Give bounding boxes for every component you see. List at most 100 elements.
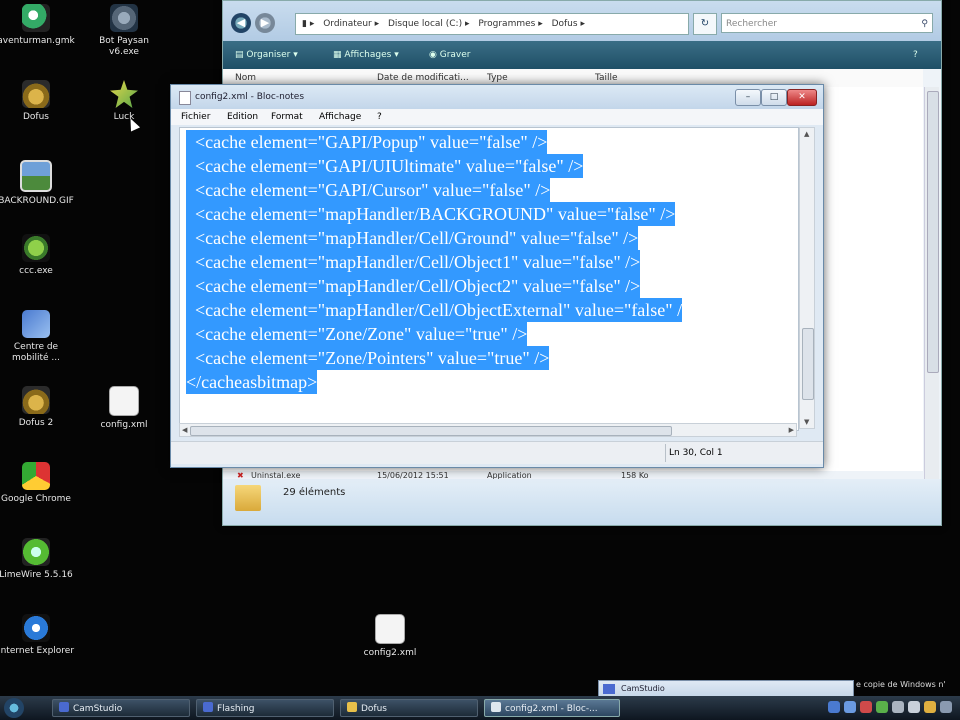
desktop-icon-google-chrome[interactable]: Google Chrome bbox=[0, 462, 76, 505]
desktop-icon-bot-paysan[interactable]: Bot Paysan v6.exe bbox=[84, 4, 164, 58]
close-button[interactable]: ✕ bbox=[787, 89, 817, 106]
taskbar-button-camstudio[interactable]: CamStudio bbox=[52, 699, 190, 717]
text-line: <cache element="mapHandler/Cell/ObjectEx… bbox=[186, 298, 683, 322]
scrollbar-thumb[interactable] bbox=[927, 91, 939, 373]
burn-button[interactable]: ◉ Graver bbox=[429, 41, 470, 69]
back-arrow-icon[interactable]: ◀ bbox=[231, 13, 251, 33]
desktop-icon-dofus[interactable]: Dofus bbox=[0, 80, 76, 123]
desktop-icon-label: config.xml bbox=[100, 420, 148, 430]
popup-title: CamStudio bbox=[621, 684, 665, 693]
text-line: <cache element="mapHandler/Cell/Object2"… bbox=[186, 274, 641, 298]
menu-item-view[interactable]: Affichage bbox=[319, 109, 361, 125]
desktop-icon-background-gif[interactable]: BACKROUND.GIF bbox=[0, 160, 76, 207]
desktop-icon-aventurman[interactable]: aventurman.gmk bbox=[0, 4, 76, 47]
folder-icon bbox=[235, 485, 261, 511]
text-line: <cache element="GAPI/UIUltimate" value="… bbox=[186, 154, 584, 178]
scroll-right-icon[interactable]: ▶ bbox=[789, 426, 794, 434]
taskbar-button-flashing[interactable]: Flashing bbox=[196, 699, 334, 717]
desktop-icon-config2-xml[interactable]: config2.xml bbox=[350, 614, 430, 659]
tray-app-icon[interactable] bbox=[844, 701, 856, 713]
mobility-center-icon bbox=[22, 310, 50, 338]
notepad-app-icon bbox=[491, 702, 501, 712]
taskbar-button-notepad[interactable]: config2.xml - Bloc-... bbox=[484, 699, 620, 717]
start-button[interactable] bbox=[4, 698, 24, 718]
tray-app-icon[interactable] bbox=[860, 701, 872, 713]
folder-icon bbox=[347, 702, 357, 712]
desktop-icon-limewire[interactable]: LimeWire 5.5.16 bbox=[0, 538, 76, 581]
star-app-icon bbox=[110, 80, 138, 108]
desktop-icon-mobility-center[interactable]: Centre de mobilité ... bbox=[0, 310, 76, 364]
search-icon[interactable]: ⚲ bbox=[921, 14, 928, 34]
address-bar[interactable]: ▮ ▸ Ordinateur ▸ Disque local (C:) ▸ Pro… bbox=[295, 13, 689, 35]
desktop-icon-label: BACKROUND.GIF bbox=[0, 196, 74, 206]
scroll-up-icon[interactable]: ▲ bbox=[804, 130, 809, 138]
desktop-icon-label: Bot Paysan v6.exe bbox=[99, 36, 149, 57]
minimize-button[interactable]: – bbox=[735, 89, 761, 106]
item-count: 29 éléments bbox=[283, 487, 346, 498]
views-button[interactable]: ▦ Affichages ▾ bbox=[333, 41, 399, 69]
vertical-scrollbar[interactable]: ▲ ▼ bbox=[799, 127, 815, 429]
text-line: <cache element="mapHandler/Cell/Ground" … bbox=[186, 226, 639, 250]
search-input[interactable]: Rechercher ⚲ bbox=[721, 13, 933, 33]
desktop-icon-label: ccc.exe bbox=[19, 266, 53, 276]
desktop-icon-dofus-2[interactable]: Dofus 2 bbox=[0, 386, 76, 429]
breadcrumb-item[interactable]: Dofus bbox=[552, 19, 578, 29]
status-divider bbox=[665, 444, 666, 462]
tray-app-icon[interactable] bbox=[828, 701, 840, 713]
desktop-icon-config-xml[interactable]: config.xml bbox=[84, 386, 164, 431]
breadcrumb-item[interactable]: Programmes bbox=[478, 19, 535, 29]
refresh-icon[interactable]: ↻ bbox=[693, 13, 717, 35]
menu-item-file[interactable]: Fichier bbox=[181, 109, 210, 125]
notepad-status-bar: Ln 30, Col 1 bbox=[171, 441, 823, 464]
forward-arrow-icon[interactable]: ▶ bbox=[255, 13, 275, 33]
notepad-window: config2.xml - Bloc-notes – □ ✕ Fichier E… bbox=[170, 84, 824, 468]
help-icon[interactable]: ? bbox=[913, 41, 918, 69]
menu-item-format[interactable]: Format bbox=[271, 109, 303, 125]
desktop-icon-label: aventurman.gmk bbox=[0, 36, 75, 46]
camstudio-icon bbox=[603, 684, 615, 694]
scrollbar-thumb[interactable] bbox=[190, 426, 672, 436]
horizontal-scrollbar[interactable]: ◀ ▶ bbox=[179, 423, 797, 437]
text-line: <cache element="Zone/Zone" value="true" … bbox=[186, 322, 528, 346]
desktop-icon-luck[interactable]: Luck bbox=[84, 80, 164, 123]
cursor-position: Ln 30, Col 1 bbox=[669, 448, 723, 458]
search-placeholder: Rechercher bbox=[726, 19, 777, 29]
scrollbar-thumb[interactable] bbox=[802, 328, 814, 400]
desktop-icon-internet-explorer[interactable]: Internet Explorer bbox=[0, 614, 76, 657]
network-icon[interactable] bbox=[892, 701, 904, 713]
windows-notice-text: e copie de Windows n' bbox=[856, 680, 946, 689]
text-line: <cache element="GAPI/Popup" value="false… bbox=[186, 130, 548, 154]
breadcrumb-item[interactable]: Disque local (C:) bbox=[388, 19, 462, 29]
tray-app-icon[interactable] bbox=[924, 701, 936, 713]
desktop-icon-ccc[interactable]: ccc.exe bbox=[0, 234, 76, 277]
menu-item-help[interactable]: ? bbox=[377, 109, 382, 125]
taskbar: CamStudio Flashing Dofus config2.xml - B… bbox=[0, 696, 960, 720]
volume-icon[interactable] bbox=[908, 701, 920, 713]
desktop-icon-label: config2.xml bbox=[363, 648, 417, 658]
explorer-scrollbar[interactable] bbox=[924, 87, 939, 479]
tray-app-icon[interactable] bbox=[940, 701, 952, 713]
menu-item-edit[interactable]: Edition bbox=[227, 109, 258, 125]
desktop-icon-label: Internet Explorer bbox=[0, 646, 75, 656]
notepad-text-area[interactable]: <cache element="GAPI/Popup" value="false… bbox=[179, 127, 799, 431]
scroll-down-icon[interactable]: ▼ bbox=[804, 418, 809, 426]
limewire-icon bbox=[22, 538, 50, 566]
text-line: <cache element="Zone/Pointers" value="tr… bbox=[186, 346, 550, 370]
image-file-icon bbox=[20, 160, 52, 192]
xml-file-icon bbox=[109, 386, 139, 416]
scroll-left-icon[interactable]: ◀ bbox=[182, 426, 187, 434]
maximize-button[interactable]: □ bbox=[761, 89, 787, 106]
dofus-app-icon bbox=[22, 80, 50, 108]
breadcrumb-item[interactable]: Ordinateur bbox=[323, 19, 372, 29]
folder-small-icon: ▮ ▸ bbox=[302, 19, 315, 29]
xml-file-icon bbox=[375, 614, 405, 644]
notepad-title-bar[interactable]: config2.xml - Bloc-notes – □ ✕ bbox=[171, 85, 823, 109]
notepad-app-icon bbox=[179, 91, 191, 105]
organize-button[interactable]: ▤ Organiser ▾ bbox=[235, 41, 298, 69]
tray-app-icon[interactable] bbox=[876, 701, 888, 713]
window-title: config2.xml - Bloc-notes bbox=[195, 92, 305, 102]
taskbar-button-dofus[interactable]: Dofus bbox=[340, 699, 478, 717]
desktop-icon-label: Dofus 2 bbox=[18, 418, 54, 428]
desktop-icon-label: Luck bbox=[113, 112, 135, 122]
explorer-command-bar: ▤ Organiser ▾ ▦ Affichages ▾ ◉ Graver ? bbox=[223, 41, 941, 69]
